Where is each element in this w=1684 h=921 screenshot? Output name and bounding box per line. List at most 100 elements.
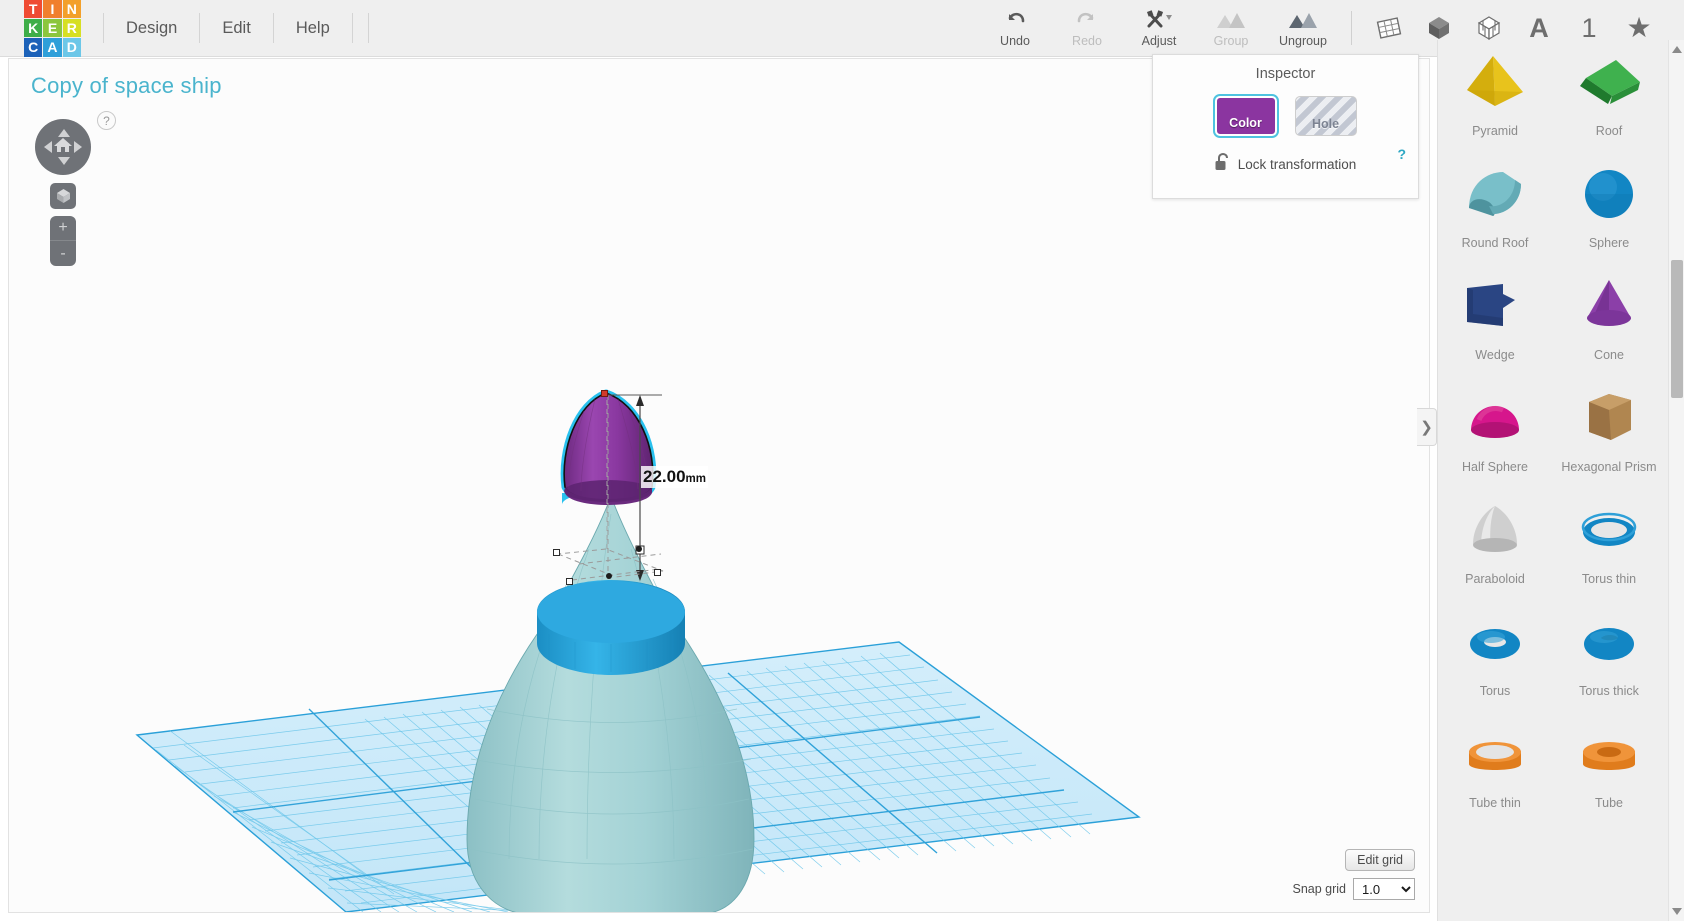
dimension-label: 22.00mm <box>641 466 708 488</box>
fit-to-view-cube-icon[interactable] <box>50 183 76 209</box>
edit-grid-button[interactable]: Edit grid <box>1345 849 1415 871</box>
shape-item-paraboloid[interactable]: Paraboloid <box>1438 488 1552 600</box>
logo-tile-a: A <box>43 38 62 57</box>
menu-item-help[interactable]: Help <box>274 13 353 43</box>
redo-button[interactable]: Redo <box>1051 2 1123 54</box>
undo-button[interactable]: Undo <box>979 2 1051 54</box>
menu-item-design[interactable]: Design <box>103 13 201 43</box>
shape-item-torus-thin[interactable]: Torus thin <box>1552 488 1666 600</box>
group-label: Group <box>1213 34 1249 48</box>
height-handle-top[interactable] <box>601 390 608 397</box>
shape-library-row: Round Roof Sphere <box>1438 152 1666 264</box>
shape-library-row: Torus Torus thick <box>1438 600 1666 712</box>
shape-label-half-sphere: Half Sphere <box>1461 460 1528 474</box>
top-toolbar: T I N K E R C A D Design Edit Help Undo … <box>0 0 1684 57</box>
adjust-button[interactable]: Adjust <box>1123 2 1195 54</box>
edge-handle-dot[interactable] <box>636 546 642 552</box>
workplane-grid-icon[interactable] <box>1370 9 1408 47</box>
scroll-down-arrow-icon[interactable] <box>1672 908 1682 915</box>
shape-item-sphere[interactable]: Sphere <box>1552 152 1666 264</box>
round-roof-shape-icon <box>1457 160 1533 232</box>
shape-label-torus-thick: Torus thick <box>1579 684 1639 698</box>
resize-handle-front[interactable] <box>566 578 573 585</box>
letter-a-glyph: A <box>1529 12 1549 43</box>
shape-label-wedge: Wedge <box>1475 348 1515 362</box>
shape-item-round-roof[interactable]: Round Roof <box>1438 152 1552 264</box>
roof-shape-icon <box>1571 48 1647 120</box>
snap-grid-label: Snap grid <box>1292 882 1346 896</box>
logo-tile-c: C <box>24 38 43 57</box>
logo-tile-n: N <box>62 0 81 18</box>
scrollbar-thumb[interactable] <box>1671 260 1683 398</box>
nav-arrow-down-icon[interactable] <box>58 157 70 165</box>
shape-library-row: Pyramid Roof <box>1438 40 1666 152</box>
menu-trailing-divider <box>353 13 369 43</box>
color-swatch-button[interactable]: Color <box>1212 94 1279 138</box>
ungroup-button[interactable]: Ungroup <box>1267 2 1339 54</box>
half-sphere-shape-icon <box>1457 384 1533 456</box>
shape-item-wedge[interactable]: Wedge <box>1438 264 1552 376</box>
menu-item-edit[interactable]: Edit <box>200 13 274 43</box>
nav-arrow-left-icon[interactable] <box>44 141 52 153</box>
rocket-ring-shape[interactable] <box>537 580 685 675</box>
toolbar-divider <box>1351 11 1352 45</box>
color-swatch-label: Color <box>1229 116 1262 130</box>
shape-item-torus-thick[interactable]: Torus thick <box>1552 600 1666 712</box>
scroll-up-arrow-icon[interactable] <box>1672 46 1682 53</box>
rocket-body-shape[interactable] <box>466 494 755 913</box>
inspector-panel: Inspector Color Hole ? Lock transformati… <box>1152 54 1419 199</box>
shape-item-tube-thin[interactable]: Tube thin <box>1438 712 1552 824</box>
inspector-title: Inspector <box>1255 66 1316 82</box>
dimension-value: 22.00 <box>643 467 686 486</box>
view-navigation-control[interactable] <box>35 119 91 175</box>
resize-handle-right[interactable] <box>654 569 661 576</box>
main-menu: Design Edit Help <box>103 0 369 57</box>
undo-arrow-icon <box>1003 8 1027 32</box>
torus-thick-shape-icon <box>1571 608 1647 680</box>
shape-label-paraboloid: Paraboloid <box>1465 572 1525 586</box>
shape-item-cone[interactable]: Cone <box>1552 264 1666 376</box>
zoom-out-button[interactable]: - <box>50 241 76 266</box>
tube-thin-shape-icon <box>1457 720 1533 792</box>
resize-handle-left[interactable] <box>553 549 560 556</box>
shape-library-panel: Box Cylinder Pyramid <box>1437 40 1684 921</box>
dimension-unit: mm <box>685 473 706 485</box>
zoom-in-button[interactable]: + <box>50 216 76 241</box>
shape-item-pyramid[interactable]: Pyramid <box>1438 40 1552 152</box>
lock-transformation-row[interactable]: Lock transformation <box>1153 152 1418 176</box>
shape-label-hexagonal-prism: Hexagonal Prism <box>1561 460 1657 474</box>
library-scrollbar[interactable] <box>1668 40 1684 921</box>
shape-label-roof: Roof <box>1595 124 1623 138</box>
group-button[interactable]: Group <box>1195 2 1267 54</box>
snap-grid-select[interactable]: 1.0 <box>1353 878 1415 900</box>
ungroup-mountains-icon <box>1286 8 1320 32</box>
undo-label: Undo <box>1000 34 1030 48</box>
panel-collapse-handle[interactable]: ❯ <box>1417 408 1437 446</box>
canvas-help-icon[interactable]: ? <box>97 111 116 130</box>
shape-label-pyramid: Pyramid <box>1472 124 1518 138</box>
shape-item-torus[interactable]: Torus <box>1438 600 1552 712</box>
zoom-controls: + - <box>50 216 76 266</box>
shape-item-half-sphere[interactable]: Half Sphere <box>1438 376 1552 488</box>
unlocked-padlock-icon[interactable] <box>1215 152 1230 176</box>
snap-grid-row: Snap grid 1.0 <box>1292 878 1415 900</box>
tinkercad-logo[interactable]: T I N K E R C A D <box>24 0 81 57</box>
inspector-help-icon[interactable]: ? <box>1397 146 1406 162</box>
shape-library-row: Paraboloid Torus thin <box>1438 488 1666 600</box>
number-one-glyph: 1 <box>1581 12 1597 43</box>
hole-swatch-button[interactable]: Hole <box>1294 96 1357 136</box>
shape-label-cone: Cone <box>1594 348 1624 362</box>
nav-arrow-right-icon[interactable] <box>74 141 82 153</box>
shape-item-hexagonal-prism[interactable]: Hexagonal Prism <box>1552 376 1666 488</box>
star-glyph: ★ <box>1626 12 1652 43</box>
shape-label-tube-thin: Tube thin <box>1469 796 1521 810</box>
shape-item-tube[interactable]: Tube <box>1552 712 1666 824</box>
home-house-icon[interactable] <box>53 136 73 158</box>
group-mountains-icon <box>1214 8 1248 32</box>
hexagonal-prism-shape-icon <box>1571 384 1647 456</box>
shape-label-torus: Torus <box>1479 684 1511 698</box>
center-handle-dot[interactable] <box>606 573 612 579</box>
shape-item-roof[interactable]: Roof <box>1552 40 1666 152</box>
logo-tile-e: E <box>43 18 62 38</box>
shape-library-grid: Box Cylinder Pyramid <box>1438 40 1666 824</box>
